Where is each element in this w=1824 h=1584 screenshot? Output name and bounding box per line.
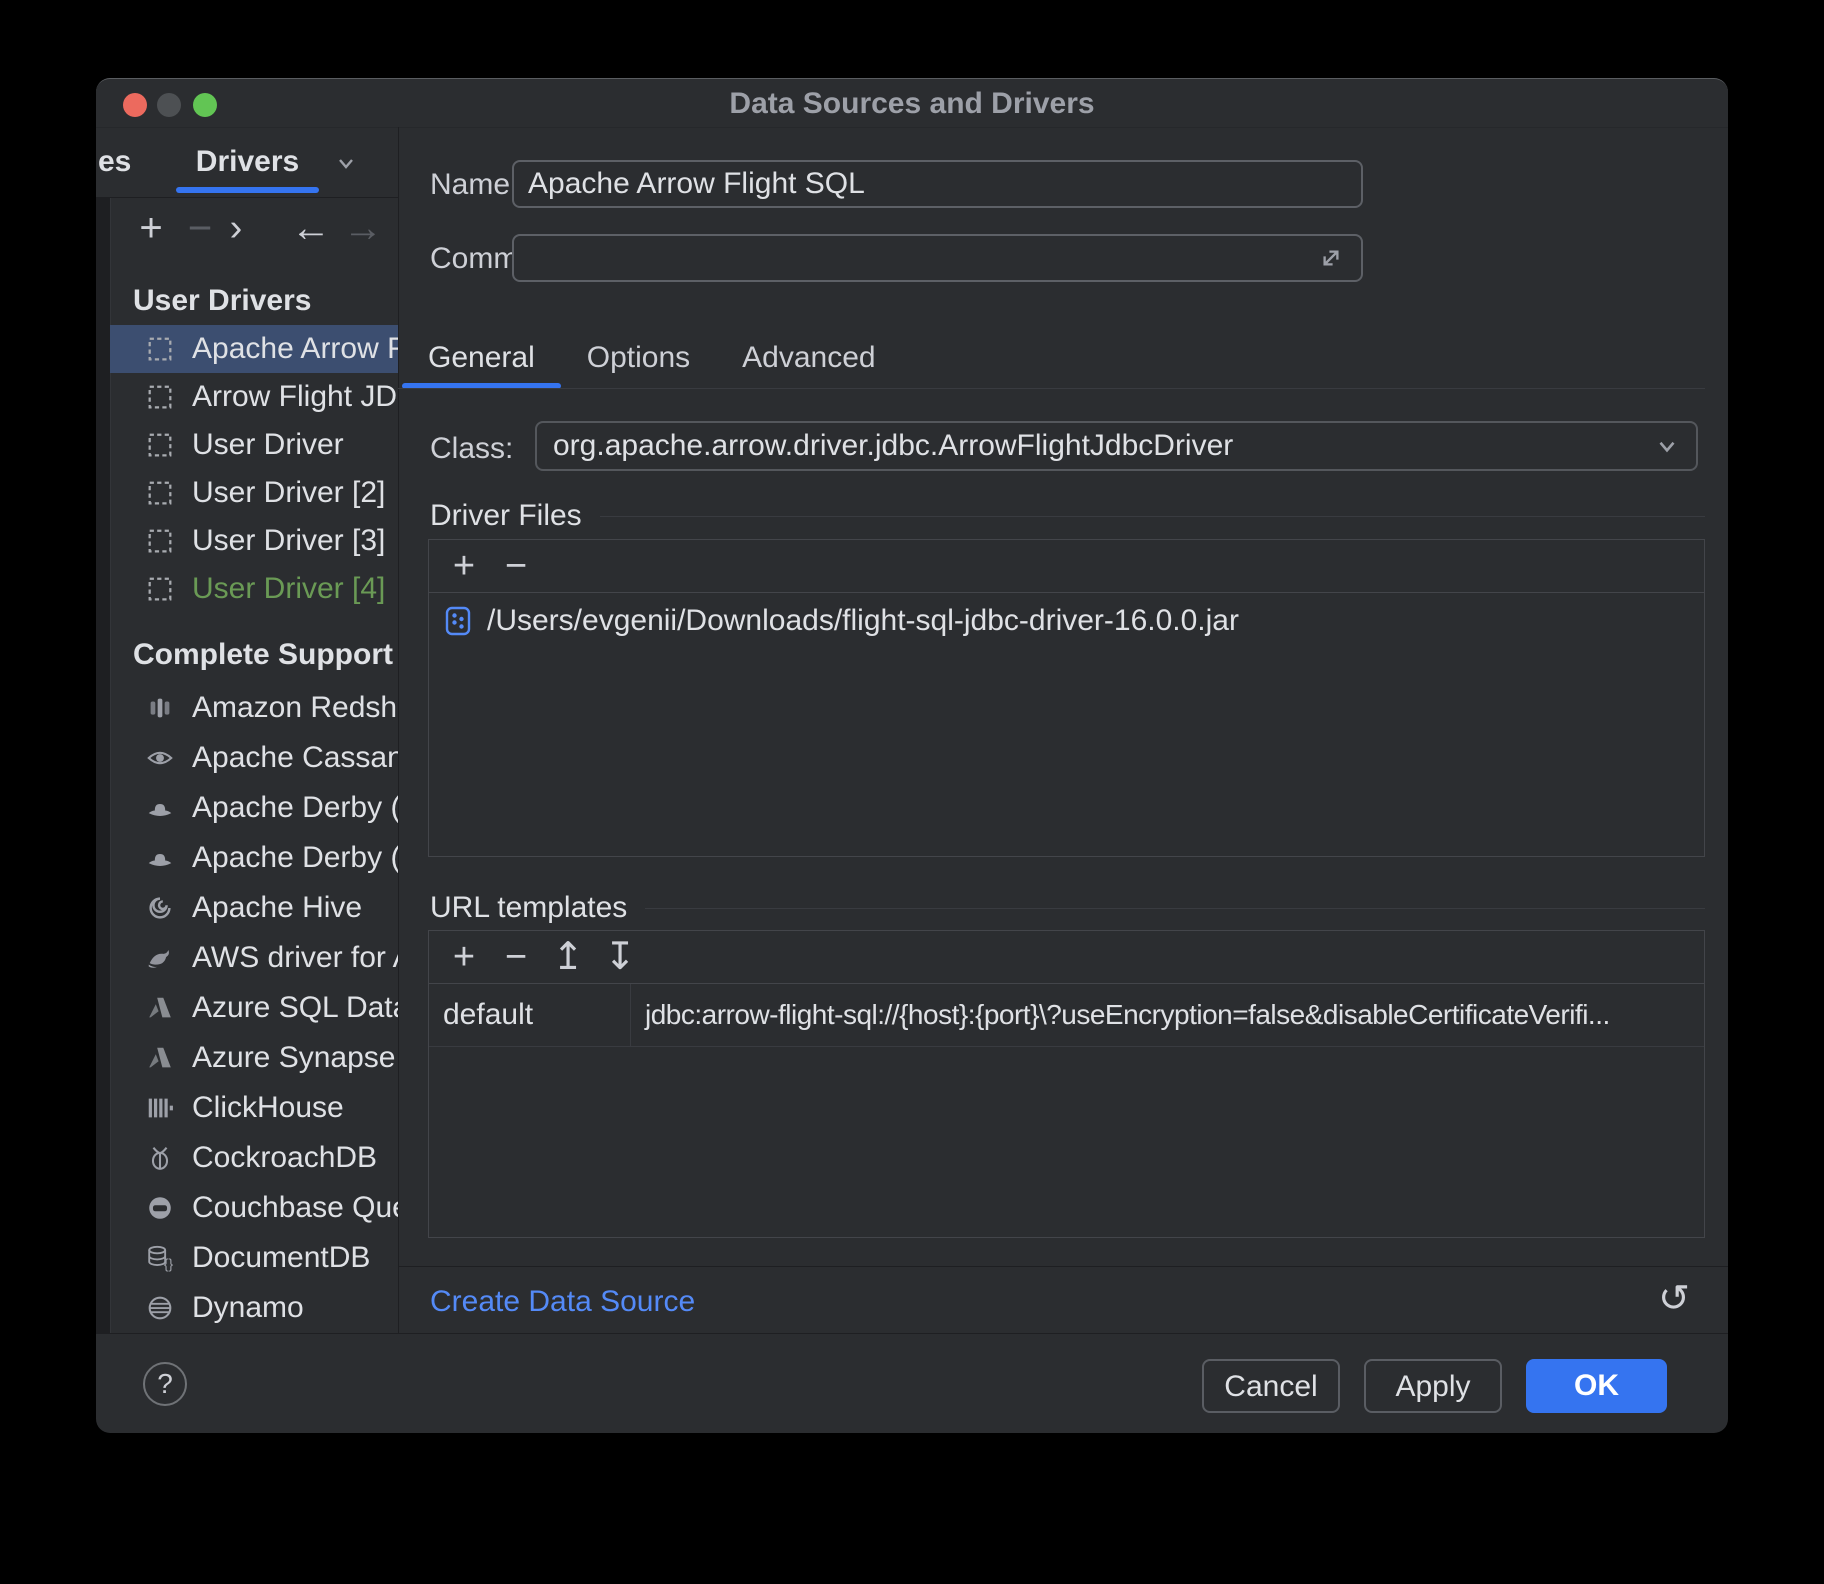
driver-icon	[145, 574, 175, 604]
cancel-button[interactable]: Cancel	[1202, 1359, 1340, 1413]
driver-list-item[interactable]: AWS driver for Au	[110, 933, 398, 983]
toolbar-button[interactable]: +	[131, 198, 171, 260]
create-data-source-link[interactable]: Create Data Source	[430, 1284, 695, 1320]
driver-list-item[interactable]: User Driver [3]	[110, 517, 398, 565]
db-icon	[145, 1293, 175, 1323]
zoom-button[interactable]	[193, 93, 217, 117]
help-button[interactable]: ?	[143, 1362, 187, 1406]
driver-list-item[interactable]: Apache Derby (Re	[110, 833, 398, 883]
name-label: Name:	[430, 167, 518, 203]
jar-file-icon	[445, 606, 471, 636]
db-icon	[145, 1243, 175, 1273]
driver-icon	[145, 382, 175, 412]
driver-list-item[interactable]: Arrow Flight JDBC	[110, 373, 398, 421]
toolbar-button[interactable]: ↥	[551, 932, 585, 982]
driver-list-item[interactable]: User Driver [2]	[110, 469, 398, 517]
url-templates-panel: +−↥ ↧ default jdbc:arrow-flight-sql://{ho…	[428, 930, 1705, 1238]
db-icon	[145, 793, 175, 823]
template-url-cell[interactable]: jdbc:arrow-flight-sql://{host}:{port}\?u…	[631, 984, 1704, 1046]
driver-list-item[interactable]: Apache Cassandr	[110, 733, 398, 783]
driver-icon	[145, 430, 175, 460]
driver-list-item[interactable]: Apache Hive	[110, 883, 398, 933]
driver-list-item[interactable]: User Driver [4]	[110, 565, 398, 613]
data-sources-dialog: Data Sources and Drivers es Drivers +−›←…	[96, 78, 1728, 1433]
driver-icon	[145, 526, 175, 556]
toolbar-button[interactable]: −	[499, 932, 533, 982]
template-name-cell[interactable]: default	[429, 984, 631, 1046]
ok-button[interactable]: OK	[1526, 1359, 1667, 1413]
url-template-row[interactable]: default jdbc:arrow-flight-sql://{host}:{…	[429, 984, 1704, 1047]
class-value: org.apache.arrow.driver.jdbc.ArrowFlight…	[553, 429, 1654, 463]
driver-list-item[interactable]: User Driver	[110, 421, 398, 469]
class-dropdown[interactable]: org.apache.arrow.driver.jdbc.ArrowFlight…	[535, 421, 1698, 471]
toolbar-button[interactable]: ›	[216, 198, 256, 260]
toolbar-button[interactable]: −	[499, 541, 533, 591]
sidebar-toolbar: +−› ←→	[96, 198, 398, 260]
complete-support-list: Complete Support Amazon Redshift Apache …	[110, 627, 398, 1333]
name-input[interactable]	[512, 160, 1363, 208]
driver-files-panel: +− /Users/evgenii/Downloads/flight-sql-j…	[428, 539, 1705, 857]
undo-icon[interactable]: ↺	[1652, 1277, 1696, 1321]
form-tabs: GeneralOptionsAdvanced	[402, 331, 902, 389]
url-templates-section-header: URL templates	[430, 891, 1705, 925]
tab-data-sources-partial[interactable]: es	[98, 127, 131, 197]
driver-list-item[interactable]: CockroachDB	[110, 1133, 398, 1183]
driver-files-toolbar: +−	[429, 540, 1704, 593]
footer-divider	[96, 1333, 1728, 1334]
minimize-button[interactable]	[157, 93, 181, 117]
class-label: Class:	[430, 431, 513, 467]
form-tab[interactable]: Advanced	[716, 331, 901, 389]
expand-comment-icon[interactable]	[1314, 241, 1348, 275]
user-drivers-header: User Drivers	[110, 277, 398, 325]
chevron-down-icon	[1654, 433, 1680, 459]
driver-icon	[145, 334, 175, 364]
driver-list-item[interactable]: Amazon Redshift	[110, 683, 398, 733]
toolbar-button[interactable]: →	[343, 198, 383, 260]
create-divider	[398, 1266, 1728, 1267]
driver-list-item[interactable]: Dynamo	[110, 1283, 398, 1333]
driver-files-section-header: Driver Files	[430, 499, 1705, 533]
driver-file-row[interactable]: /Users/evgenii/Downloads/flight-sql-jdbc…	[429, 593, 1704, 649]
driver-list-item[interactable]: Azure SQL Datab	[110, 983, 398, 1033]
form-tab[interactable]: Options	[561, 331, 716, 389]
close-button[interactable]	[123, 93, 147, 117]
sidebar-divider[interactable]	[398, 127, 399, 1333]
db-icon	[145, 1193, 175, 1223]
url-templates-toolbar: +−↥ ↧	[429, 931, 1704, 984]
form-tab[interactable]: General	[402, 331, 561, 389]
comment-input[interactable]	[512, 234, 1363, 282]
user-drivers-list: User Drivers Apache Arrow Fli Arrow Flig…	[110, 277, 398, 613]
active-tab-underline	[176, 187, 319, 193]
sidebar-tabbar: es Drivers	[96, 127, 398, 198]
db-icon	[145, 743, 175, 773]
db-icon	[145, 993, 175, 1023]
driver-list-item[interactable]: Apache Derby (Em	[110, 783, 398, 833]
db-icon	[145, 1093, 175, 1123]
driver-list-item[interactable]: Apache Arrow Fli	[110, 325, 398, 373]
complete-support-header: Complete Support	[110, 627, 398, 683]
toolbar-button[interactable]: +	[447, 541, 481, 591]
toolbar-button[interactable]: −	[180, 198, 220, 260]
driver-list-item[interactable]: Couchbase Query	[110, 1183, 398, 1233]
toolbar-button[interactable]: +	[447, 932, 481, 982]
db-icon	[145, 943, 175, 973]
toolbar-button[interactable]: ←	[291, 198, 331, 260]
chevron-down-icon[interactable]	[334, 151, 358, 175]
toolbar-button[interactable]: ↧	[603, 932, 637, 982]
db-icon	[145, 1143, 175, 1173]
db-icon	[145, 893, 175, 923]
db-icon	[145, 843, 175, 873]
db-icon	[145, 1043, 175, 1073]
driver-list-item[interactable]: ClickHouse	[110, 1083, 398, 1133]
driver-list-item[interactable]: Azure Synapse A	[110, 1033, 398, 1083]
driver-icon	[145, 478, 175, 508]
titlebar: Data Sources and Drivers	[96, 79, 1728, 128]
dialog-title: Data Sources and Drivers	[96, 79, 1728, 129]
apply-button[interactable]: Apply	[1364, 1359, 1502, 1413]
tabs-border	[398, 388, 1705, 389]
driver-list-item[interactable]: DocumentDB	[110, 1233, 398, 1283]
sidebar-edge-strip	[96, 198, 111, 1333]
db-icon	[145, 693, 175, 723]
